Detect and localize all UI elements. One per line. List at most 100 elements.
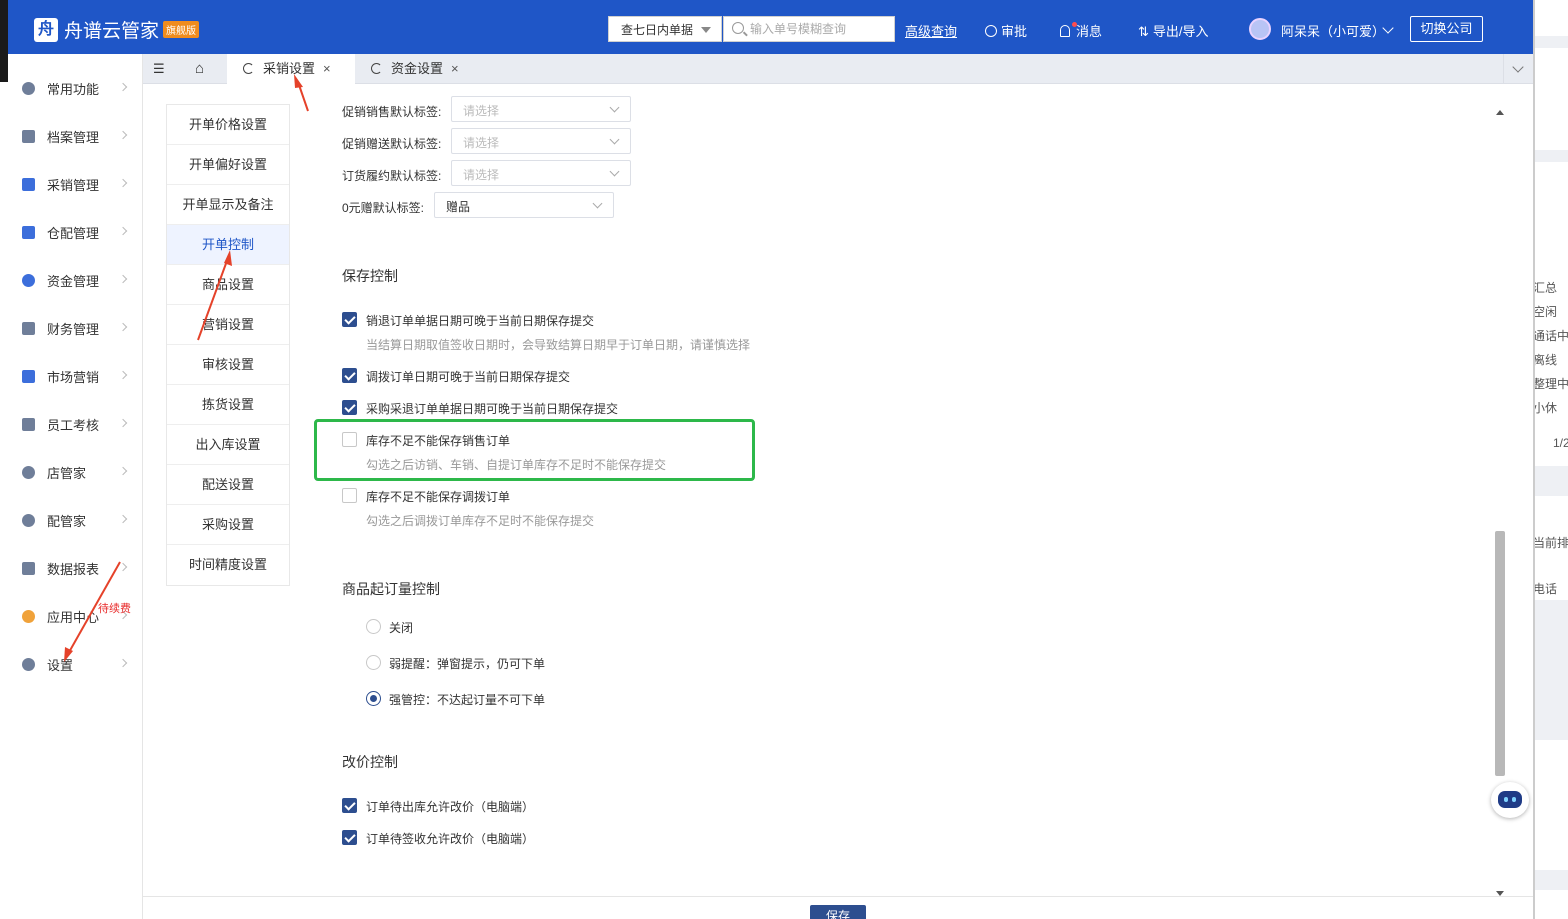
sidebar-item-warehouse[interactable]: 仓配管理 bbox=[22, 220, 132, 244]
advanced-query-link[interactable]: 高级查询 bbox=[905, 21, 957, 40]
field-label: 促销销售默认标签: bbox=[342, 105, 442, 119]
checkbox-hint: 当结算日期取值签收日期时，会导致结算日期早于订单日期，请谨慎选择 bbox=[366, 338, 751, 352]
subnav-item[interactable]: 出入库设置 bbox=[167, 425, 289, 465]
approve-button[interactable]: 审批 bbox=[985, 21, 1027, 40]
messages-label: 消息 bbox=[1076, 24, 1103, 39]
sidebar-item-staff[interactable]: 员工考核 bbox=[22, 412, 132, 436]
tab-label: 采销设置 bbox=[263, 61, 316, 76]
checkbox-transfer-date[interactable] bbox=[342, 368, 357, 383]
chevron-down-icon bbox=[609, 102, 620, 113]
promo-sale-tag-select[interactable]: 请选择 bbox=[451, 96, 631, 122]
tabs-dropdown[interactable] bbox=[1503, 54, 1533, 84]
zero-gift-tag-select[interactable]: 赠品 bbox=[434, 192, 614, 218]
scroll-up-icon[interactable] bbox=[1496, 110, 1504, 115]
home-icon[interactable]: ⌂ bbox=[195, 54, 221, 84]
subnav-item[interactable]: 拣货设置 bbox=[167, 385, 289, 425]
radio-moq-strong[interactable] bbox=[366, 691, 381, 706]
sidebar-item-label: 数据报表 bbox=[47, 561, 100, 577]
sidebar-item-funds[interactable]: 资金管理 bbox=[22, 268, 132, 292]
checkbox-hint: 勾选之后调拨订单库存不足时不能保存提交 bbox=[366, 514, 595, 528]
app-logo[interactable]: 舟 舟谱云管家 旗舰版 bbox=[34, 16, 200, 43]
subnav-item[interactable]: 采购设置 bbox=[167, 505, 289, 545]
strip-text: 整理中 bbox=[1533, 377, 1568, 391]
checkbox-purchase-date[interactable] bbox=[342, 400, 357, 415]
shop-icon bbox=[22, 465, 35, 479]
order-search[interactable] bbox=[723, 16, 895, 42]
order-fulfil-tag-select[interactable]: 请选择 bbox=[451, 160, 631, 186]
logo-icon: 舟 bbox=[34, 17, 58, 42]
sidebar-item-delivery[interactable]: 配管家 bbox=[22, 508, 132, 532]
close-icon[interactable]: × bbox=[323, 61, 331, 76]
strip-text: 电话 bbox=[1533, 582, 1558, 596]
checkbox-return-date[interactable] bbox=[342, 312, 357, 327]
export-import-button[interactable]: ⇅ 导出/导入 bbox=[1138, 21, 1209, 40]
promo-gift-tag-select[interactable]: 请选择 bbox=[451, 128, 631, 154]
checkbox-price-sign[interactable] bbox=[342, 830, 357, 845]
field-label: 订货履约默认标签: bbox=[342, 169, 442, 183]
sidebar-item-sales[interactable]: 采销管理 bbox=[22, 172, 132, 196]
chevron-right-icon bbox=[118, 466, 128, 476]
checkbox-hint: 勾选之后访销、车销、自提订单库存不足时不能保存提交 bbox=[366, 458, 667, 472]
chevron-right-icon bbox=[118, 370, 128, 380]
field-label: 促销赠送默认标签: bbox=[342, 137, 442, 151]
tab-funds-settings[interactable]: 资金设置 × bbox=[371, 54, 491, 84]
strip-text: 当前排队 bbox=[1533, 536, 1568, 550]
sidebar-item-finance[interactable]: 财务管理 bbox=[22, 316, 132, 340]
strip-text: 1/2 bbox=[1553, 436, 1568, 450]
select-value: 赠品 bbox=[446, 200, 471, 214]
subnav-item[interactable]: 开单显示及备注 bbox=[167, 185, 289, 225]
radio-moq-weak[interactable] bbox=[366, 655, 381, 670]
avatar[interactable] bbox=[1249, 18, 1271, 40]
refresh-icon[interactable] bbox=[371, 63, 382, 74]
subnav-item[interactable]: 营销设置 bbox=[167, 305, 289, 345]
sidebar-item-marketing[interactable]: 市场营销 bbox=[22, 364, 132, 388]
strip-text: 小休 bbox=[1533, 401, 1558, 415]
select-value: 请选择 bbox=[463, 168, 500, 182]
subnav-item[interactable]: 审核设置 bbox=[167, 345, 289, 385]
sidebar-item-label: 财务管理 bbox=[47, 321, 100, 337]
sidebar-item-reports[interactable]: 数据报表 bbox=[22, 556, 132, 580]
messages-button[interactable]: 消息 bbox=[1060, 21, 1102, 40]
scroll-thumb[interactable] bbox=[1495, 531, 1505, 776]
collapse-menu-icon[interactable]: ☰ bbox=[153, 54, 173, 84]
select-value: 请选择 bbox=[463, 136, 500, 150]
strip-text: 空闲 bbox=[1533, 305, 1558, 319]
vertical-scrollbar[interactable] bbox=[1492, 106, 1508, 896]
subnav-item[interactable]: 商品设置 bbox=[167, 265, 289, 305]
top-bar: 舟 舟谱云管家 旗舰版 查七日内单据 高级查询 审批 消息 ⇅导出/导入 阿呆呆… bbox=[0, 0, 1533, 54]
chevron-right-icon bbox=[118, 322, 128, 332]
subnav-item[interactable]: 开单偏好设置 bbox=[167, 145, 289, 185]
radio-moq-off[interactable] bbox=[366, 619, 381, 634]
subnav-item[interactable]: 开单价格设置 bbox=[167, 105, 289, 145]
user-name[interactable]: 阿呆呆（小可爱） bbox=[1281, 21, 1385, 40]
radio-label: 强管控：不达起订量不可下单 bbox=[389, 693, 546, 707]
chevron-right-icon bbox=[118, 562, 128, 572]
strip-band bbox=[1535, 600, 1568, 740]
sidebar-item-shop[interactable]: 店管家 bbox=[22, 460, 132, 484]
refresh-icon[interactable] bbox=[243, 63, 254, 74]
edition-badge: 旗舰版 bbox=[163, 21, 200, 38]
checkbox-price-outbound[interactable] bbox=[342, 798, 357, 813]
sidebar-item-archive[interactable]: 档案管理 bbox=[22, 124, 132, 148]
sidebar-item-common[interactable]: 常用功能 bbox=[22, 76, 132, 100]
checkbox-stock-transfer-order[interactable] bbox=[342, 488, 357, 503]
grid-icon bbox=[22, 129, 35, 143]
settings-panel: 开单价格设置 开单偏好设置 开单显示及备注 开单控制 商品设置 营销设置 审核设… bbox=[143, 84, 1533, 919]
apps-icon bbox=[22, 609, 35, 623]
checkbox-stock-sales-order[interactable] bbox=[342, 432, 357, 447]
tab-label: 资金设置 bbox=[391, 61, 444, 76]
assistant-robot-button[interactable] bbox=[1491, 782, 1529, 818]
search-input[interactable] bbox=[750, 20, 890, 38]
tab-sales-settings[interactable]: 采销设置 × bbox=[227, 54, 355, 84]
subnav-item[interactable]: 配送设置 bbox=[167, 465, 289, 505]
close-icon[interactable]: × bbox=[451, 61, 459, 76]
bell-icon bbox=[1060, 22, 1077, 37]
switch-company-button[interactable]: 切换公司 bbox=[1410, 16, 1483, 42]
sidebar-item-settings[interactable]: 设置 bbox=[22, 652, 132, 676]
renew-badge: 待续费 bbox=[98, 603, 131, 615]
delivery-icon bbox=[22, 513, 35, 527]
subnav-item[interactable]: 时间精度设置 bbox=[167, 545, 289, 585]
save-button[interactable]: 保存 bbox=[810, 905, 866, 919]
subnav-item-active[interactable]: 开单控制 bbox=[167, 225, 289, 265]
date-range-select[interactable]: 查七日内单据 bbox=[608, 16, 722, 42]
